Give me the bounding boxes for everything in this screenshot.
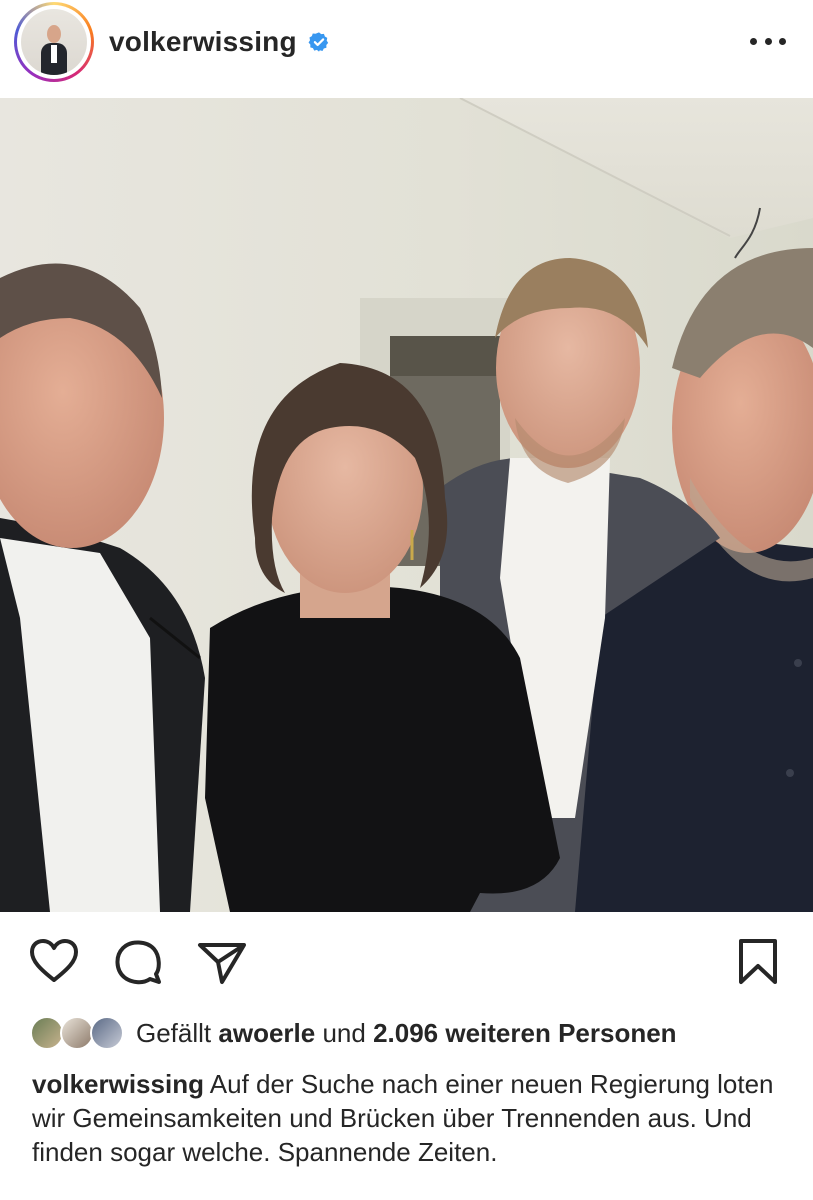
likes-count[interactable]: 2.096 weiteren Personen bbox=[373, 1018, 676, 1048]
more-dot bbox=[764, 37, 772, 45]
story-ring[interactable] bbox=[14, 2, 94, 82]
likes-prefix: Gefällt bbox=[136, 1017, 212, 1048]
liker-avatar bbox=[60, 1016, 94, 1050]
likes-row[interactable]: Gefällt awoerle und 2.096 weiteren Perso… bbox=[30, 1012, 790, 1054]
avatar bbox=[21, 9, 87, 75]
verified-badge-icon bbox=[308, 32, 329, 52]
more-options-button[interactable] bbox=[750, 26, 786, 56]
action-bar bbox=[0, 920, 813, 1000]
likes-connector: und bbox=[322, 1017, 366, 1048]
liker-avatar bbox=[30, 1016, 64, 1050]
post-caption: volkerwissing Auf der Suche nach einer n… bbox=[32, 1067, 792, 1169]
bookmark-icon[interactable] bbox=[732, 936, 784, 988]
more-dot bbox=[750, 37, 757, 45]
caption-username[interactable]: volkerwissing bbox=[32, 1069, 204, 1099]
post-image[interactable] bbox=[0, 98, 813, 912]
more-dot bbox=[779, 37, 786, 45]
liker-avatar bbox=[90, 1016, 124, 1050]
liker-avatars bbox=[30, 1014, 130, 1052]
liker-username[interactable]: awoerle bbox=[218, 1018, 315, 1048]
post-username[interactable]: volkerwissing bbox=[109, 26, 297, 58]
post-photo-illustration bbox=[0, 98, 813, 912]
send-icon[interactable] bbox=[196, 936, 248, 988]
avatar-figure-head bbox=[47, 25, 61, 43]
avatar-frame bbox=[17, 5, 91, 79]
comment-icon[interactable] bbox=[112, 936, 164, 988]
avatar-figure-shirt bbox=[51, 45, 57, 63]
heart-icon[interactable] bbox=[28, 936, 80, 988]
post-header: volkerwissing bbox=[0, 0, 813, 98]
likes-text: Gefällt awoerle und 2.096 weiteren Perso… bbox=[136, 1018, 677, 1049]
